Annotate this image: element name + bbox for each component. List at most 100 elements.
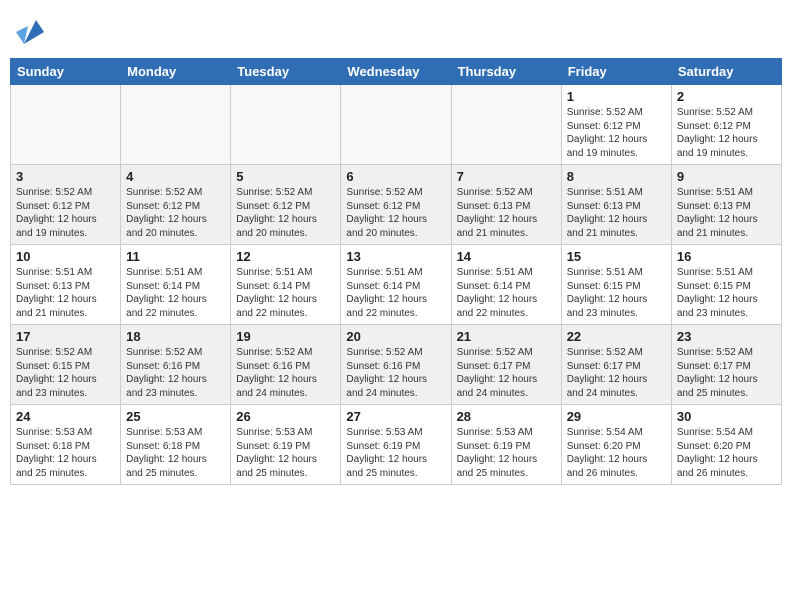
day-number: 17: [16, 329, 115, 344]
calendar-cell: 5 Sunrise: 5:52 AM Sunset: 6:12 PM Daylig…: [231, 165, 341, 245]
calendar-cell: 13 Sunrise: 5:51 AM Sunset: 6:14 PM Dayli…: [341, 245, 451, 325]
calendar-cell: 9Sunrise: 5:51 AM Sunset: 6:13 PM Daylig…: [671, 165, 781, 245]
calendar-cell: 11 Sunrise: 5:51 AM Sunset: 6:14 PM Dayli…: [121, 245, 231, 325]
weekday-header-monday: Monday: [121, 59, 231, 85]
day-number: 21: [457, 329, 556, 344]
day-number: 5: [236, 169, 335, 184]
day-number: 4: [126, 169, 225, 184]
day-info: Sunrise: 5:52 AM Sunset: 6:12 PM Dayligh…: [677, 106, 776, 160]
day-number: 7: [457, 169, 556, 184]
calendar-cell: 4 Sunrise: 5:52 AM Sunset: 6:12 PM Daylig…: [121, 165, 231, 245]
calendar-week-row: 1 Sunrise: 5:52 AM Sunset: 6:12 PM Daylig…: [11, 85, 782, 165]
day-number: 13: [346, 249, 445, 264]
day-number: 11: [126, 249, 225, 264]
day-info: Sunrise: 5:53 AM Sunset: 6:19 PM Dayligh…: [236, 426, 335, 480]
day-info: Sunrise: 5:51 AM Sunset: 6:15 PM Dayligh…: [677, 266, 776, 320]
calendar-cell: 1 Sunrise: 5:52 AM Sunset: 6:12 PM Daylig…: [561, 85, 671, 165]
day-info: Sunrise: 5:51 AM Sunset: 6:14 PM Dayligh…: [236, 266, 335, 320]
day-info: Sunrise: 5:52 AM Sunset: 6:12 PM Dayligh…: [126, 186, 225, 240]
calendar-cell: 10 Sunrise: 5:51 AM Sunset: 6:13 PM Dayli…: [11, 245, 121, 325]
day-info: Sunrise: 5:52 AM Sunset: 6:12 PM Dayligh…: [346, 186, 445, 240]
day-info: Sunrise: 5:53 AM Sunset: 6:19 PM Dayligh…: [457, 426, 556, 480]
day-number: 3: [16, 169, 115, 184]
day-number: 20: [346, 329, 445, 344]
calendar-cell: 25 Sunrise: 5:53 AM Sunset: 6:18 PM Dayli…: [121, 405, 231, 485]
calendar-cell: 12 Sunrise: 5:51 AM Sunset: 6:14 PM Dayli…: [231, 245, 341, 325]
calendar-week-row: 3 Sunrise: 5:52 AM Sunset: 6:12 PM Daylig…: [11, 165, 782, 245]
day-info: Sunrise: 5:51 AM Sunset: 6:14 PM Dayligh…: [346, 266, 445, 320]
day-info: Sunrise: 5:51 AM Sunset: 6:14 PM Dayligh…: [126, 266, 225, 320]
calendar-cell: 2 Sunrise: 5:52 AM Sunset: 6:12 PM Daylig…: [671, 85, 781, 165]
day-number: 12: [236, 249, 335, 264]
logo-icon: [14, 16, 46, 48]
day-number: 27: [346, 409, 445, 424]
day-number: 30: [677, 409, 776, 424]
day-info: Sunrise: 5:51 AM Sunset: 6:13 PM Dayligh…: [16, 266, 115, 320]
day-info: Sunrise: 5:52 AM Sunset: 6:15 PM Dayligh…: [16, 346, 115, 400]
day-number: 26: [236, 409, 335, 424]
calendar-cell: 24Sunrise: 5:53 AM Sunset: 6:18 PM Dayli…: [11, 405, 121, 485]
calendar-cell: 16 Sunrise: 5:51 AM Sunset: 6:15 PM Dayli…: [671, 245, 781, 325]
day-number: 14: [457, 249, 556, 264]
day-info: Sunrise: 5:52 AM Sunset: 6:12 PM Dayligh…: [567, 106, 666, 160]
day-info: Sunrise: 5:54 AM Sunset: 6:20 PM Dayligh…: [567, 426, 666, 480]
weekday-header-sunday: Sunday: [11, 59, 121, 85]
calendar-cell: 18Sunrise: 5:52 AM Sunset: 6:16 PM Dayli…: [121, 325, 231, 405]
day-info: Sunrise: 5:52 AM Sunset: 6:17 PM Dayligh…: [677, 346, 776, 400]
calendar-week-row: 17 Sunrise: 5:52 AM Sunset: 6:15 PM Dayli…: [11, 325, 782, 405]
day-info: Sunrise: 5:53 AM Sunset: 6:18 PM Dayligh…: [126, 426, 225, 480]
calendar-table: SundayMondayTuesdayWednesdayThursdayFrid…: [10, 58, 782, 485]
day-info: Sunrise: 5:51 AM Sunset: 6:15 PM Dayligh…: [567, 266, 666, 320]
calendar-cell: 15 Sunrise: 5:51 AM Sunset: 6:15 PM Dayli…: [561, 245, 671, 325]
day-info: Sunrise: 5:52 AM Sunset: 6:16 PM Dayligh…: [236, 346, 335, 400]
calendar-cell: 30Sunrise: 5:54 AM Sunset: 6:20 PM Dayli…: [671, 405, 781, 485]
logo: [10, 16, 46, 48]
day-number: 15: [567, 249, 666, 264]
calendar-cell: [451, 85, 561, 165]
day-number: 8: [567, 169, 666, 184]
day-number: 22: [567, 329, 666, 344]
page-header: [10, 10, 782, 48]
day-info: Sunrise: 5:51 AM Sunset: 6:14 PM Dayligh…: [457, 266, 556, 320]
calendar-header-row: SundayMondayTuesdayWednesdayThursdayFrid…: [11, 59, 782, 85]
day-info: Sunrise: 5:51 AM Sunset: 6:13 PM Dayligh…: [677, 186, 776, 240]
calendar-cell: 27 Sunrise: 5:53 AM Sunset: 6:19 PM Dayli…: [341, 405, 451, 485]
day-number: 16: [677, 249, 776, 264]
day-info: Sunrise: 5:53 AM Sunset: 6:18 PM Dayligh…: [16, 426, 115, 480]
calendar-cell: 21 Sunrise: 5:52 AM Sunset: 6:17 PM Dayli…: [451, 325, 561, 405]
calendar-cell: 22 Sunrise: 5:52 AM Sunset: 6:17 PM Dayli…: [561, 325, 671, 405]
calendar-cell: [231, 85, 341, 165]
day-info: Sunrise: 5:52 AM Sunset: 6:17 PM Dayligh…: [457, 346, 556, 400]
calendar-cell: 17 Sunrise: 5:52 AM Sunset: 6:15 PM Dayli…: [11, 325, 121, 405]
day-info: Sunrise: 5:53 AM Sunset: 6:19 PM Dayligh…: [346, 426, 445, 480]
weekday-header-wednesday: Wednesday: [341, 59, 451, 85]
day-info: Sunrise: 5:51 AM Sunset: 6:13 PM Dayligh…: [567, 186, 666, 240]
day-info: Sunrise: 5:52 AM Sunset: 6:13 PM Dayligh…: [457, 186, 556, 240]
day-number: 2: [677, 89, 776, 104]
day-number: 10: [16, 249, 115, 264]
calendar-cell: 28 Sunrise: 5:53 AM Sunset: 6:19 PM Dayli…: [451, 405, 561, 485]
calendar-cell: 6 Sunrise: 5:52 AM Sunset: 6:12 PM Daylig…: [341, 165, 451, 245]
calendar-cell: 20Sunrise: 5:52 AM Sunset: 6:16 PM Dayli…: [341, 325, 451, 405]
weekday-header-tuesday: Tuesday: [231, 59, 341, 85]
day-info: Sunrise: 5:52 AM Sunset: 6:17 PM Dayligh…: [567, 346, 666, 400]
day-number: 28: [457, 409, 556, 424]
calendar-cell: 3 Sunrise: 5:52 AM Sunset: 6:12 PM Daylig…: [11, 165, 121, 245]
calendar-week-row: 24Sunrise: 5:53 AM Sunset: 6:18 PM Dayli…: [11, 405, 782, 485]
day-info: Sunrise: 5:52 AM Sunset: 6:12 PM Dayligh…: [16, 186, 115, 240]
calendar-week-row: 10 Sunrise: 5:51 AM Sunset: 6:13 PM Dayli…: [11, 245, 782, 325]
day-info: Sunrise: 5:52 AM Sunset: 6:16 PM Dayligh…: [126, 346, 225, 400]
day-number: 25: [126, 409, 225, 424]
day-number: 6: [346, 169, 445, 184]
weekday-header-thursday: Thursday: [451, 59, 561, 85]
day-info: Sunrise: 5:52 AM Sunset: 6:12 PM Dayligh…: [236, 186, 335, 240]
calendar-cell: 23 Sunrise: 5:52 AM Sunset: 6:17 PM Dayli…: [671, 325, 781, 405]
calendar-cell: [121, 85, 231, 165]
calendar-cell: 26 Sunrise: 5:53 AM Sunset: 6:19 PM Dayli…: [231, 405, 341, 485]
calendar-cell: 7 Sunrise: 5:52 AM Sunset: 6:13 PM Daylig…: [451, 165, 561, 245]
calendar-cell: 8 Sunrise: 5:51 AM Sunset: 6:13 PM Daylig…: [561, 165, 671, 245]
calendar-cell: [11, 85, 121, 165]
calendar-cell: 19Sunrise: 5:52 AM Sunset: 6:16 PM Dayli…: [231, 325, 341, 405]
day-number: 1: [567, 89, 666, 104]
day-number: 23: [677, 329, 776, 344]
